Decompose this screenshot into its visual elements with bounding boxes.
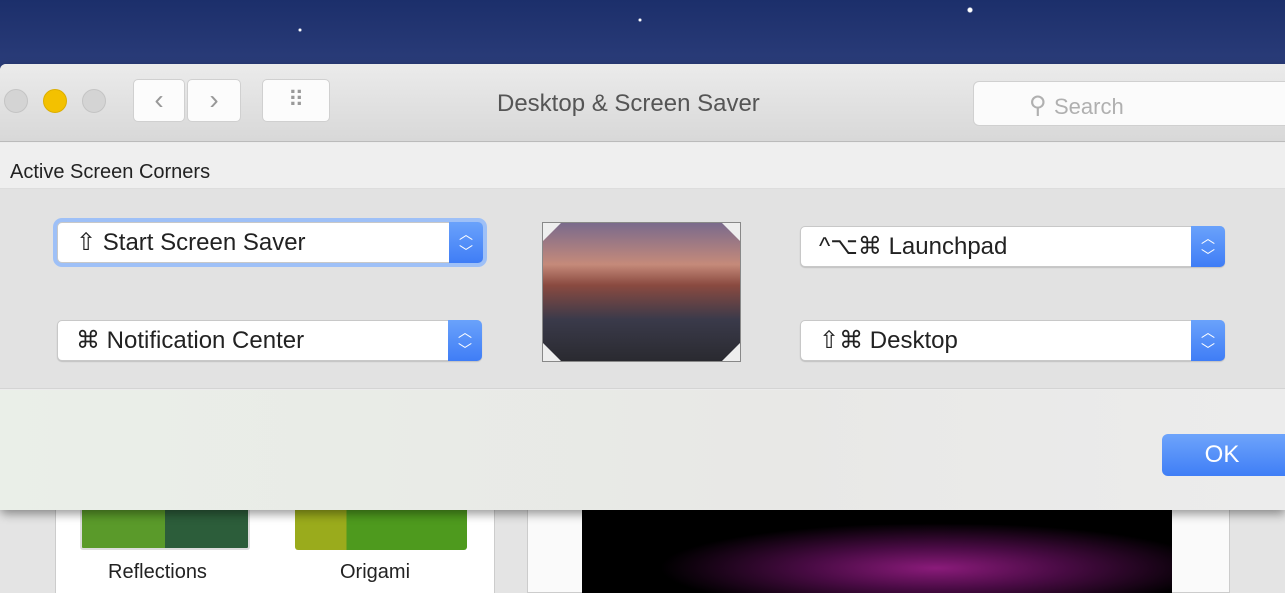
top-right-corner-select[interactable]: ^⌥⌘ Launchpad ︿ ﹀: [800, 226, 1225, 267]
screen-saver-preview: [582, 510, 1172, 593]
chevron-updown-icon: ︿ ﹀: [1191, 320, 1225, 361]
select-value: ⇧ Start Screen Saver: [76, 229, 306, 256]
select-value: ⇧⌘ Desktop: [819, 327, 958, 354]
show-all-grid-button[interactable]: ⠿: [262, 79, 330, 122]
minimize-button[interactable]: [43, 89, 67, 113]
select-value: ^⌥⌘ Launchpad: [819, 233, 1008, 260]
ok-button[interactable]: OK: [1162, 434, 1285, 476]
window-title: Desktop & Screen Saver: [497, 90, 760, 117]
chevron-updown-icon: ︿ ﹀: [448, 320, 482, 361]
top-left-corner-select[interactable]: ⇧ Start Screen Saver ︿ ﹀: [57, 222, 483, 263]
search-icon: ⚲: [1029, 92, 1047, 119]
zoom-button[interactable]: [82, 89, 106, 113]
corner-marker-icon: [722, 343, 740, 361]
screen-saver-label: Origami: [340, 561, 411, 583]
desktop-wallpaper: [0, 0, 1285, 70]
sheet-footer: [0, 390, 1285, 510]
bottom-right-corner-select[interactable]: ⇧⌘ Desktop ︿ ﹀: [800, 320, 1225, 361]
forward-button[interactable]: ›: [187, 79, 241, 122]
screen-saver-thumb-reflections[interactable]: [80, 505, 250, 550]
chevron-updown-icon: ︿ ﹀: [1191, 226, 1225, 267]
screen-saver-label: Reflections: [108, 561, 207, 583]
corner-marker-icon: [722, 223, 740, 241]
sheet-heading: Active Screen Corners: [10, 161, 211, 183]
close-button[interactable]: [4, 89, 28, 113]
corner-marker-icon: [543, 343, 561, 361]
corner-marker-icon: [543, 223, 561, 241]
search-placeholder: Search: [1054, 94, 1124, 119]
bottom-left-corner-select[interactable]: ⌘ Notification Center ︿ ﹀: [57, 320, 482, 361]
screen-saver-thumb-origami[interactable]: [295, 505, 467, 550]
desktop-preview-image: [542, 222, 741, 362]
chevron-updown-icon: ︿ ﹀: [449, 222, 483, 263]
back-button[interactable]: ‹: [133, 79, 185, 122]
select-value: ⌘ Notification Center: [76, 327, 305, 354]
search-field[interactable]: ⚲ Search: [973, 81, 1285, 126]
